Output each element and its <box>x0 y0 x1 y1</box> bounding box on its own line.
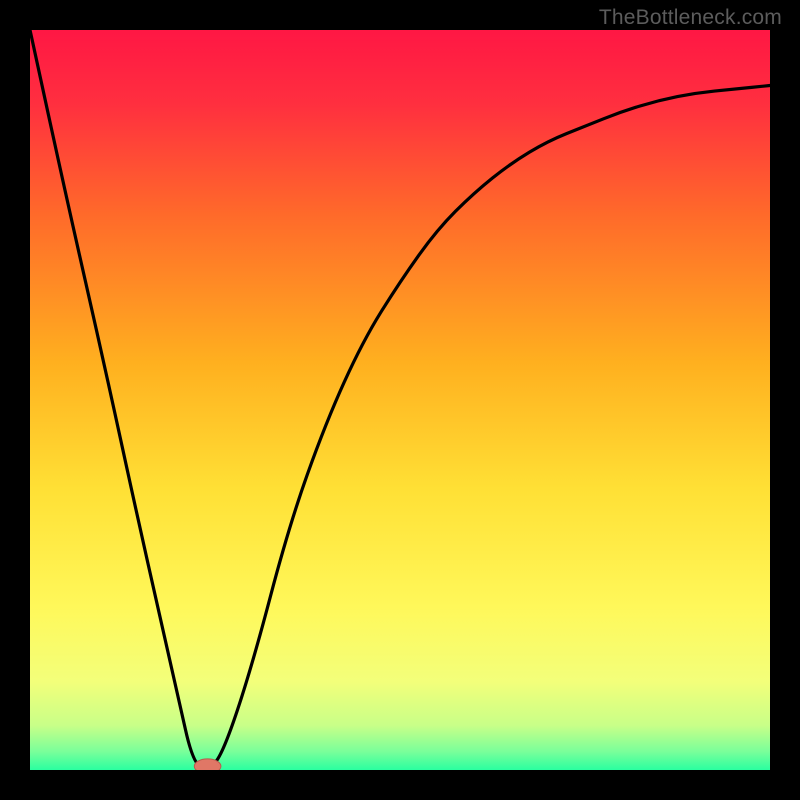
plot-background <box>30 30 770 770</box>
minimum-marker <box>194 759 221 770</box>
watermark-text: TheBottleneck.com <box>599 6 782 30</box>
chart-plot <box>30 30 770 770</box>
chart-frame: TheBottleneck.com <box>0 0 800 800</box>
